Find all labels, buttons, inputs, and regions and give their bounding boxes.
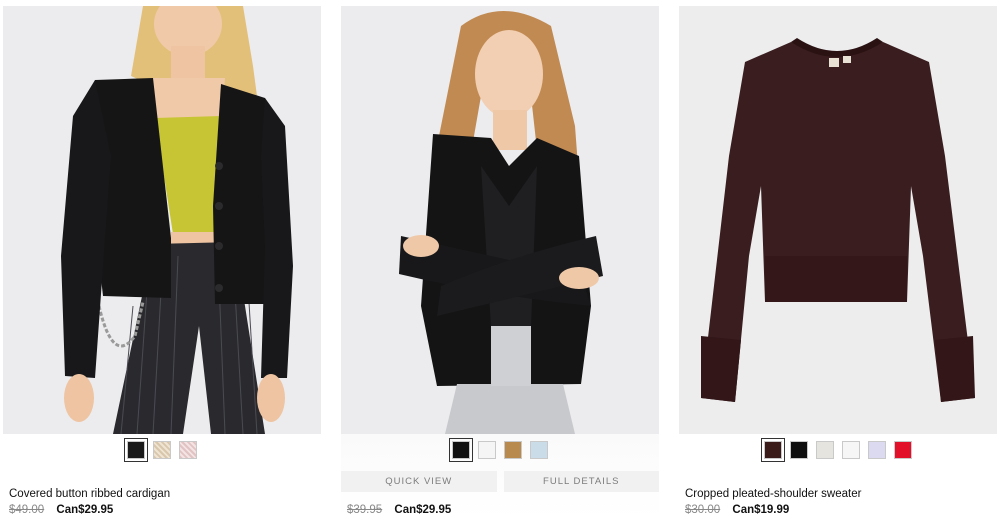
color-swatch-pink[interactable] bbox=[179, 441, 197, 459]
color-swatch-stone[interactable] bbox=[816, 441, 834, 459]
product-price: $49.00 Can$29.95 bbox=[9, 504, 113, 516]
sale-price: Can$29.95 bbox=[56, 504, 114, 516]
color-swatch-light-blue[interactable] bbox=[530, 441, 548, 459]
color-swatch-black[interactable] bbox=[124, 438, 148, 462]
card-actions: QUICK VIEW FULL DETAILS bbox=[341, 471, 659, 492]
color-swatch-lavender[interactable] bbox=[868, 441, 886, 459]
color-swatch-camel[interactable] bbox=[504, 441, 522, 459]
product-card[interactable]: Cropped pleated-shoulder sweater $30.00 … bbox=[679, 6, 997, 516]
original-price: $30.00 bbox=[685, 504, 721, 516]
product-price: $39.95 Can$29.95 bbox=[347, 504, 451, 516]
product-card-hovered[interactable]: QUICK VIEW FULL DETAILS $39.95 Can$29.95 bbox=[341, 6, 659, 518]
color-swatch-beige[interactable] bbox=[153, 441, 171, 459]
color-swatches bbox=[341, 438, 659, 462]
product-title[interactable]: Cropped pleated-shoulder sweater bbox=[685, 488, 861, 500]
color-swatch-red[interactable] bbox=[894, 441, 912, 459]
product-image[interactable] bbox=[679, 6, 997, 434]
sale-price: Can$19.99 bbox=[732, 504, 790, 516]
color-swatch-burgundy[interactable] bbox=[761, 438, 785, 462]
product-price: $30.00 Can$19.99 bbox=[685, 504, 789, 516]
color-swatch-black[interactable] bbox=[449, 438, 473, 462]
full-details-button[interactable]: FULL DETAILS bbox=[503, 471, 659, 492]
color-swatch-white[interactable] bbox=[842, 441, 860, 459]
product-grid: Covered button ribbed cardigan $49.00 Ca… bbox=[0, 0, 1000, 518]
color-swatches bbox=[3, 438, 321, 462]
color-swatches bbox=[679, 438, 997, 462]
color-swatch-black[interactable] bbox=[790, 441, 808, 459]
quick-view-button[interactable]: QUICK VIEW bbox=[341, 471, 497, 492]
product-card[interactable]: Covered button ribbed cardigan $49.00 Ca… bbox=[3, 6, 321, 516]
sale-price: Can$29.95 bbox=[394, 504, 452, 516]
product-title[interactable]: Covered button ribbed cardigan bbox=[9, 488, 170, 500]
product-image[interactable] bbox=[341, 6, 659, 434]
color-swatch-white[interactable] bbox=[478, 441, 496, 459]
product-image[interactable] bbox=[3, 6, 321, 434]
original-price: $49.00 bbox=[9, 504, 45, 516]
original-price: $39.95 bbox=[347, 504, 383, 516]
